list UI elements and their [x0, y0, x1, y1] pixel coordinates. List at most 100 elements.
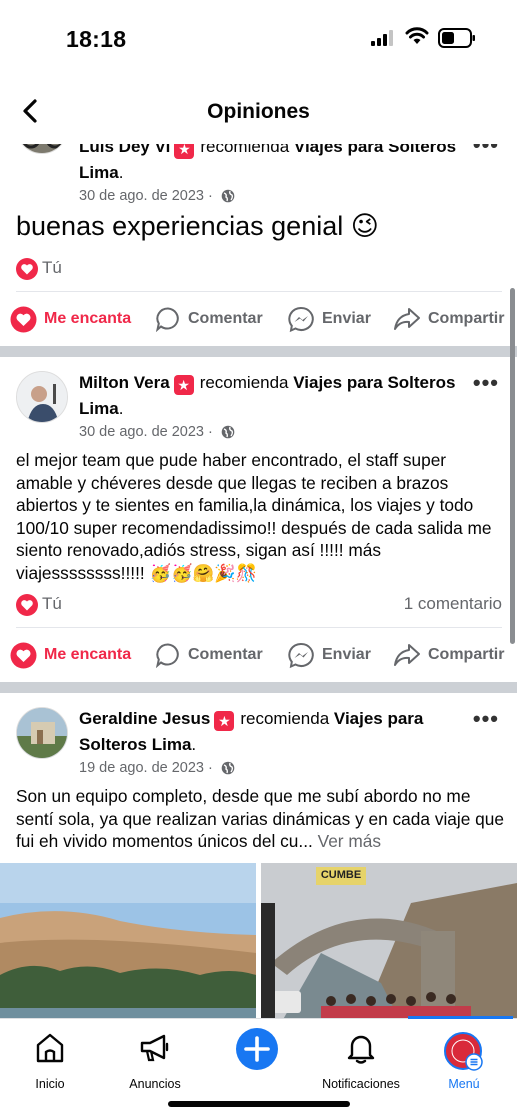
share-button[interactable]: Compartir: [393, 299, 504, 339]
home-icon: [36, 1033, 64, 1063]
review-photos: CUMBE: [0, 863, 517, 1018]
love-button[interactable]: Me encanta: [10, 299, 131, 339]
avatar-photo: [17, 708, 67, 758]
home-indicator: [168, 1101, 350, 1107]
status-time: 18:18: [66, 26, 127, 52]
photo-cumbe-arch[interactable]: CUMBE: [261, 863, 517, 1018]
tab-menu-label: Menú: [448, 1077, 480, 1091]
more-options-icon[interactable]: •••: [473, 706, 499, 732]
recommends-text: recomienda: [199, 373, 289, 392]
review-post: Milton Vera ★ recomienda Viajes para Solte…: [0, 357, 517, 683]
review-text: buenas experiencias genial 😉: [16, 211, 379, 241]
messenger-icon: [288, 642, 314, 668]
create-button[interactable]: [197, 1027, 317, 1097]
share-arrow-icon: [394, 644, 420, 666]
reaction-you-label: Tú: [42, 594, 62, 613]
reactions-row[interactable]: Tú: [16, 256, 502, 282]
cumbe-arch-image: [261, 863, 517, 1018]
battery-icon: [438, 28, 475, 48]
tab-home[interactable]: Inicio: [0, 1027, 110, 1097]
comment-bubble-icon: [155, 307, 179, 332]
action-bar: Me encanta Comentar Enviar Compartir: [0, 635, 517, 675]
photo-oasis[interactable]: [0, 863, 256, 1018]
recommend-star-icon: ★: [173, 375, 194, 395]
comment-label: Comentar: [188, 310, 263, 327]
action-bar: Me encanta Comentar Enviar Compartir: [0, 299, 517, 339]
more-options-icon[interactable]: •••: [473, 370, 499, 396]
date-dot: ·: [208, 424, 213, 440]
oasis-image: [0, 863, 256, 1018]
review-text-content: Son un equipo completo, desde que me sub…: [16, 786, 504, 851]
reaction-you-label: Tú: [42, 258, 62, 277]
post-separator: [0, 682, 517, 693]
date-text: 30 de ago. de 2023: [79, 424, 204, 440]
love-label: Me encanta: [44, 646, 132, 663]
love-button[interactable]: Me encanta: [10, 635, 131, 675]
heart-filled-icon: [10, 306, 37, 332]
send-button[interactable]: Enviar: [288, 299, 371, 339]
review-post: Luis Dey Vi ★ recomienda Viajes para Solte…: [0, 118, 517, 348]
review-text: el mejor team que pude haber encontrado,…: [16, 450, 492, 583]
tab-notifications-label: Notificaciones: [322, 1077, 400, 1091]
scrollbar[interactable]: [510, 288, 515, 644]
heart-filled-icon: [10, 642, 37, 668]
tab-menu[interactable]: Menú: [404, 1027, 517, 1097]
post-date: 19 de ago. de 2023 ·: [79, 760, 235, 776]
post-separator: [0, 346, 517, 357]
share-label: Compartir: [428, 646, 505, 663]
status-bar: 18:18: [0, 0, 517, 78]
globe-icon: [221, 425, 235, 439]
comment-count[interactable]: 1 comentario: [404, 594, 502, 614]
love-reaction-icon: [16, 594, 38, 616]
send-button[interactable]: Enviar: [288, 635, 371, 675]
globe-icon: [221, 189, 235, 203]
globe-icon: [221, 761, 235, 775]
tab-notifications[interactable]: Notificaciones: [301, 1027, 421, 1097]
date-dot: ·: [208, 760, 213, 776]
messenger-icon: [288, 306, 314, 332]
plus-circle-icon: [236, 1028, 278, 1070]
review-text: Son un equipo completo, desde que me sub…: [16, 785, 506, 853]
avatar[interactable]: [16, 707, 68, 759]
avatar[interactable]: [16, 371, 68, 423]
divider: [16, 291, 502, 292]
top-header: Opiniones: [0, 78, 517, 144]
share-button[interactable]: Compartir: [393, 635, 504, 675]
wifi-icon: [405, 27, 429, 44]
comment-label: Comentar: [188, 646, 263, 663]
author-name[interactable]: Milton Vera: [79, 373, 170, 392]
page-title: Opiniones: [207, 100, 310, 123]
share-arrow-icon: [394, 308, 420, 330]
see-more-link[interactable]: Ver más: [318, 831, 381, 851]
review-post: Geraldine Jesus ★ recomienda Viajes para S…: [0, 693, 517, 1018]
recommend-star-icon: ★: [214, 711, 235, 731]
recommends-text: recomienda: [240, 709, 330, 728]
send-label: Enviar: [322, 646, 371, 663]
tab-home-label: Inicio: [35, 1077, 65, 1091]
reviews-feed[interactable]: Luis Dey Vi ★ recomienda Viajes para Solte…: [0, 118, 517, 1018]
author-name[interactable]: Geraldine Jesus: [79, 709, 210, 728]
post-date: 30 de ago. de 2023 ·: [79, 188, 235, 204]
reactions-row[interactable]: Tú 1 comentario: [16, 592, 502, 618]
active-tab-indicator: [408, 1016, 513, 1019]
signal-icon: [371, 30, 393, 46]
post-header: Milton Vera ★ recomienda Viajes para Solte…: [79, 373, 456, 418]
bell-icon: [347, 1035, 375, 1064]
date-text: 30 de ago. de 2023: [79, 188, 204, 204]
comment-button[interactable]: Comentar: [155, 299, 263, 339]
comment-bubble-icon: [155, 643, 179, 668]
love-reaction-icon: [16, 258, 38, 280]
profile-menu-icon: [444, 1032, 483, 1071]
post-date: 30 de ago. de 2023 ·: [79, 424, 235, 440]
megaphone-icon: [140, 1034, 169, 1062]
avatar-photo: [17, 372, 67, 422]
post-header: Geraldine Jesus ★ recomienda Viajes para S…: [79, 709, 424, 754]
date-dot: ·: [208, 188, 213, 204]
date-text: 19 de ago. de 2023: [79, 760, 204, 776]
love-label: Me encanta: [44, 310, 132, 327]
comment-button[interactable]: Comentar: [155, 635, 263, 675]
cumbe-sign-text: CUMBE: [320, 869, 362, 881]
divider: [16, 627, 502, 628]
share-label: Compartir: [428, 310, 505, 327]
send-label: Enviar: [322, 310, 371, 327]
